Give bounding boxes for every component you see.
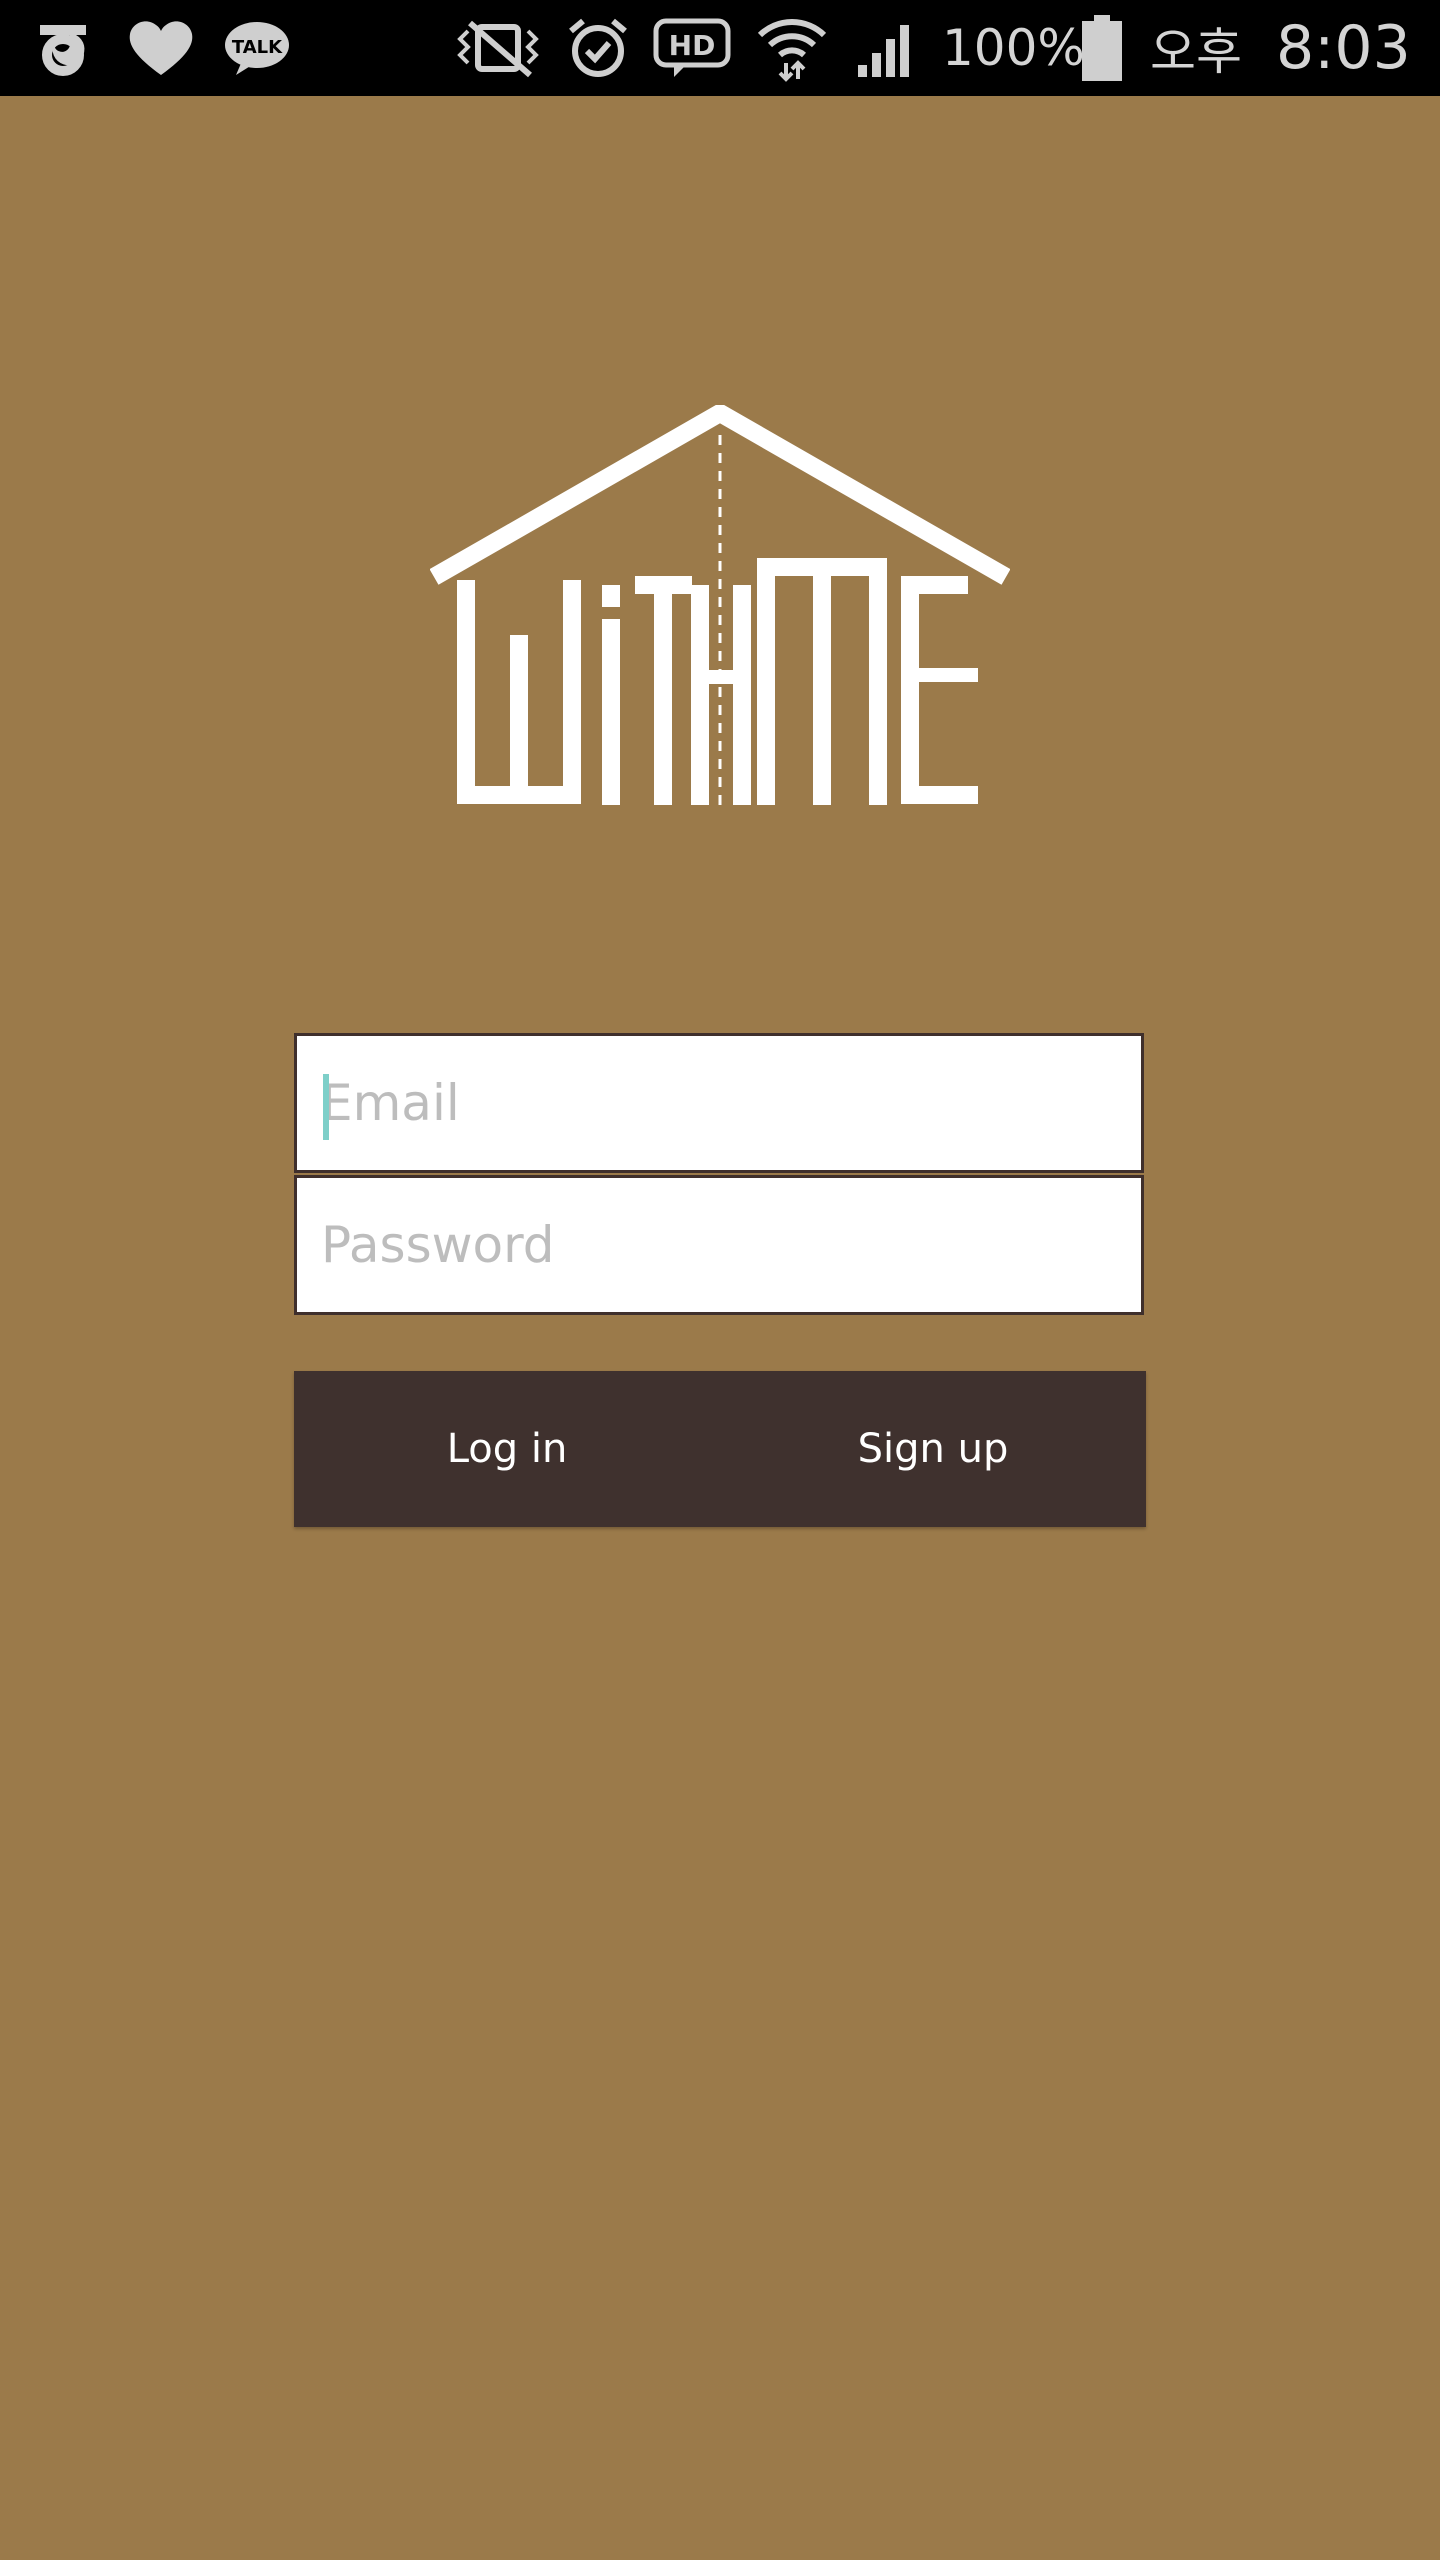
signal-icon (852, 0, 922, 96)
hd-voice-icon: HD (650, 0, 734, 96)
withme-logo (429, 402, 1011, 815)
signup-button[interactable]: Sign up (720, 1371, 1146, 1527)
password-input[interactable] (321, 1178, 1111, 1312)
battery-icon (1078, 0, 1126, 96)
status-bar: TALK HD 100% 오후 8:03 (0, 0, 1440, 96)
kakaotalk-icon: TALK (220, 0, 294, 96)
email-input[interactable] (321, 1036, 1111, 1170)
wifi-icon (752, 0, 832, 96)
login-button[interactable]: Log in (294, 1371, 720, 1527)
heart-icon (124, 0, 198, 96)
svg-text:TALK: TALK (232, 37, 283, 58)
alarm-icon (562, 0, 634, 96)
auth-button-bar: Log in Sign up (294, 1371, 1146, 1527)
clock-time: 8:03 (1276, 13, 1411, 83)
text-cursor (323, 1074, 329, 1140)
password-field[interactable] (294, 1175, 1144, 1315)
battery-percent: 100% (942, 19, 1085, 77)
clock-ampm: 오후 (1150, 23, 1242, 81)
vibrate-mute-icon (448, 0, 548, 96)
email-field[interactable] (294, 1033, 1144, 1173)
svg-text:HD: HD (669, 29, 716, 62)
olleh-icon (28, 0, 98, 96)
